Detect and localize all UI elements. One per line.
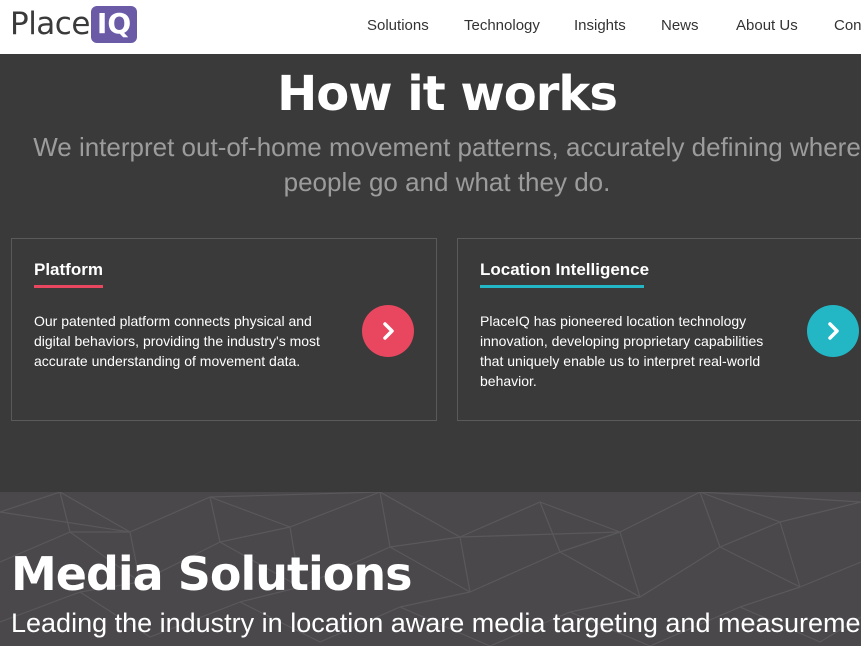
nav-contact[interactable]: Cont	[834, 17, 861, 34]
chevron-right-icon	[828, 322, 839, 340]
platform-more-button[interactable]	[362, 305, 414, 357]
location-intelligence-more-button[interactable]	[807, 305, 859, 357]
card-text-line: accurate understanding of movement data.	[34, 353, 301, 369]
nav-news[interactable]: News	[661, 17, 699, 34]
location-intelligence-card-title: Location Intelligence	[480, 260, 650, 279]
platform-card-title: Platform	[34, 260, 103, 279]
platform-title-underline	[34, 285, 103, 288]
main-nav: Solutions Technology Insights News About…	[0, 17, 861, 37]
chevron-right-icon	[383, 322, 394, 340]
location-intelligence-card: Location Intelligence PlaceIQ has pionee…	[457, 238, 861, 421]
media-solutions-subtitle: Leading the industry in location aware m…	[11, 608, 861, 638]
nav-technology[interactable]: Technology	[464, 17, 540, 34]
location-intelligence-card-text: PlaceIQ has pioneered location technolog…	[480, 311, 763, 391]
how-it-works-title: How it works	[277, 66, 618, 122]
how-it-works-section: How it works We interpret out-of-home mo…	[0, 54, 861, 492]
subtitle-line: We interpret out-of-home movement patter…	[33, 132, 861, 162]
card-text-line: behavior.	[480, 373, 537, 389]
site-header: Place IQ Solutions Technology Insights Ne…	[0, 0, 861, 54]
card-text-line: digital behaviors, providing the industr…	[34, 333, 320, 349]
card-text-line: PlaceIQ has pioneered location technolog…	[480, 313, 747, 329]
nav-about-us[interactable]: About Us	[736, 17, 798, 34]
nav-insights[interactable]: Insights	[574, 17, 626, 34]
media-solutions-section: Media Solutions Leading the industry in …	[0, 492, 861, 646]
card-text-line: innovation, developing proprietary capab…	[480, 333, 764, 349]
card-text-line: that uniquely enable us to interpret rea…	[480, 353, 761, 369]
platform-card-text: Our patented platform connects physical …	[34, 311, 320, 371]
how-it-works-subtitle: We interpret out-of-home movement patter…	[30, 130, 861, 200]
nav-solutions[interactable]: Solutions	[367, 17, 429, 34]
media-solutions-title: Media Solutions	[11, 547, 412, 601]
card-text-line: Our patented platform connects physical …	[34, 313, 312, 329]
location-intelligence-title-underline	[480, 285, 644, 288]
subtitle-line: people go and what they do.	[283, 167, 611, 197]
platform-card: Platform Our patented platform connects …	[11, 238, 437, 421]
